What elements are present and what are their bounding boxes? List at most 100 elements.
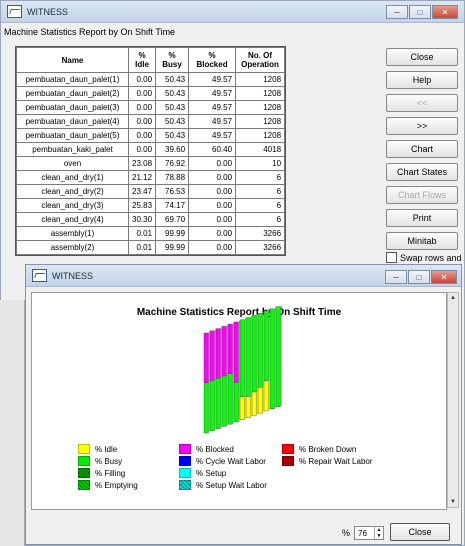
legend-item: % Blocked [179, 444, 234, 454]
side-button-minitab[interactable]: Minitab [386, 232, 458, 250]
legend-swatch [78, 468, 90, 478]
minimize-icon[interactable]: ─ [385, 270, 407, 284]
row-value-cell: 0.01 [127, 240, 157, 255]
table-row[interactable]: oven 23.08 76.92 0.00 10 [16, 156, 286, 171]
bar-segment [227, 324, 233, 374]
legend-swatch [282, 444, 294, 454]
column-header-idle[interactable]: % Idle [127, 47, 157, 73]
table-row[interactable]: clean_and_dry(4) 30.30 69.70 0.00 6 [16, 212, 286, 227]
chart-vertical-scrollbar[interactable]: ▲ ▼ [447, 292, 459, 508]
bar-side-face [268, 309, 270, 382]
row-value-cell: 6 [235, 198, 286, 213]
row-value-cell: 6 [235, 170, 286, 185]
row-value-cell: 50.43 [155, 100, 190, 115]
column-header-blocked[interactable]: % Blocked [188, 47, 237, 73]
row-value-cell: 76.53 [155, 184, 190, 199]
legend-label: % Blocked [196, 444, 234, 454]
bar-side-face [268, 378, 270, 412]
chart-close-button[interactable]: Close [390, 523, 450, 541]
zoom-spinner-icon[interactable]: ▲ ▼ [374, 527, 383, 539]
next-button[interactable]: >> [386, 117, 458, 135]
legend-label: % Repair Wait Labor [299, 456, 373, 466]
table-row[interactable]: pembuatan_daun_palet(2) 0.00 50.43 49.57 120… [16, 86, 286, 101]
bar-segment [215, 328, 221, 379]
bar-segment [245, 396, 251, 418]
row-value-cell: 21.12 [127, 170, 157, 185]
row-value-cell: 1208 [235, 72, 286, 87]
previous-button[interactable]: << [386, 94, 458, 112]
bar-side-face [244, 394, 246, 421]
legend-item: % Setup [179, 468, 226, 478]
side-button-close[interactable]: Close [386, 48, 458, 66]
swap-rows-checkbox[interactable] [386, 252, 397, 263]
table-row[interactable]: assembly(1) 0.01 99.99 0.00 3266 [16, 226, 286, 241]
side-button-chart-flows[interactable]: Chart Flows [386, 186, 458, 204]
bar-side-face [232, 371, 234, 425]
close-icon[interactable]: ✕ [432, 5, 458, 19]
table-row[interactable]: clean_and_dry(3) 25.83 74.17 0.00 6 [16, 198, 286, 213]
row-value-cell: 1208 [235, 128, 286, 143]
minimize-icon[interactable]: ─ [386, 5, 408, 19]
column-header-busy[interactable]: % Busy [155, 47, 190, 73]
table-row[interactable]: pembuatan_daun_palet(3) 0.00 50.43 49.57 120… [16, 100, 286, 115]
close-icon[interactable]: ✕ [431, 270, 457, 284]
bar-side-face [238, 380, 240, 423]
swap-rows-label: Swap rows and [400, 252, 462, 263]
row-value-cell: 49.57 [188, 100, 237, 115]
zoom-input[interactable]: 76 ▲ ▼ [354, 526, 385, 540]
row-value-cell: 0.00 [127, 128, 157, 143]
row-value-cell: 23.47 [127, 184, 157, 199]
row-value-cell: 30.30 [127, 212, 157, 227]
row-value-cell: 49.57 [188, 128, 237, 143]
row-value-cell: 0.00 [188, 156, 237, 171]
row-name-cell: pembuatan_daun_palet(5) [16, 128, 129, 143]
legend-swatch [179, 480, 191, 490]
legend-label: % Setup [196, 468, 227, 478]
side-button-print[interactable]: Print [386, 209, 458, 227]
chart-titlebar[interactable]: WITNESS ─ □ ✕ [26, 265, 461, 287]
table-row[interactable]: pembuatan_daun_palet(4) 0.00 50.43 49.57 120… [16, 114, 286, 129]
column-header-name[interactable]: Name [16, 47, 129, 73]
bar-side-face [250, 315, 252, 397]
row-value-cell: 69.70 [155, 212, 190, 227]
row-value-cell: 50.43 [155, 86, 190, 101]
table-row[interactable]: clean_and_dry(2) 23.47 76.53 0.00 6 [16, 184, 286, 199]
legend-swatch [179, 468, 191, 478]
legend-label: % Idle [95, 444, 118, 454]
table-row[interactable]: pembuatan_daun_palet(5) 0.00 50.43 49.57 120… [16, 128, 286, 143]
column-header-operations[interactable]: No. Of Operation [235, 47, 286, 73]
bar-side-face [244, 317, 246, 398]
statistics-titlebar[interactable]: WITNESS ─ □ ✕ [1, 1, 464, 23]
window-title: WITNESS [27, 6, 69, 17]
row-name-cell: pembuatan_daun_palet(1) [16, 72, 129, 87]
legend-label: % Emptying [95, 480, 138, 490]
scroll-up-icon[interactable]: ▲ [448, 293, 458, 303]
row-value-cell: 1208 [235, 86, 286, 101]
bar-segment [233, 382, 239, 423]
table-row[interactable]: assembly(2) 0.01 99.99 0.00 3266 [16, 240, 286, 255]
table-row[interactable]: clean_and_dry(1) 21.12 78.88 0.00 6 [16, 170, 286, 185]
maximize-icon[interactable]: □ [408, 270, 430, 284]
row-value-cell: 49.57 [188, 86, 237, 101]
row-name-cell: pembuatan_daun_palet(3) [16, 100, 129, 115]
legend-swatch [179, 444, 191, 454]
table-row[interactable]: pembuatan_kaki_palet 0.00 39.60 60.40 4018 [16, 142, 286, 157]
row-name-cell: oven [16, 156, 129, 171]
maximize-icon[interactable]: □ [409, 5, 431, 19]
scroll-down-icon[interactable]: ▼ [448, 497, 458, 507]
side-button-chart[interactable]: Chart [386, 140, 458, 158]
legend-label: % Filling [95, 468, 126, 478]
swap-rows-option[interactable]: Swap rows and [386, 252, 465, 263]
bar-segment [251, 315, 257, 393]
bar-segment [239, 396, 245, 421]
row-value-cell: 4018 [235, 142, 286, 157]
side-button-help[interactable]: Help [386, 71, 458, 89]
legend-item: % Idle [78, 444, 117, 454]
side-button-chart-states[interactable]: Chart States [386, 163, 458, 181]
bar-side-face [226, 374, 228, 427]
table-row[interactable]: pembuatan_daun_palet(1) 0.00 50.43 49.57 120… [16, 72, 286, 87]
legend-label: % Broken Down [299, 444, 357, 454]
legend-label: % Cycle Wait Labor [196, 456, 266, 466]
row-value-cell: 0.00 [127, 100, 157, 115]
row-value-cell: 6 [235, 212, 286, 227]
